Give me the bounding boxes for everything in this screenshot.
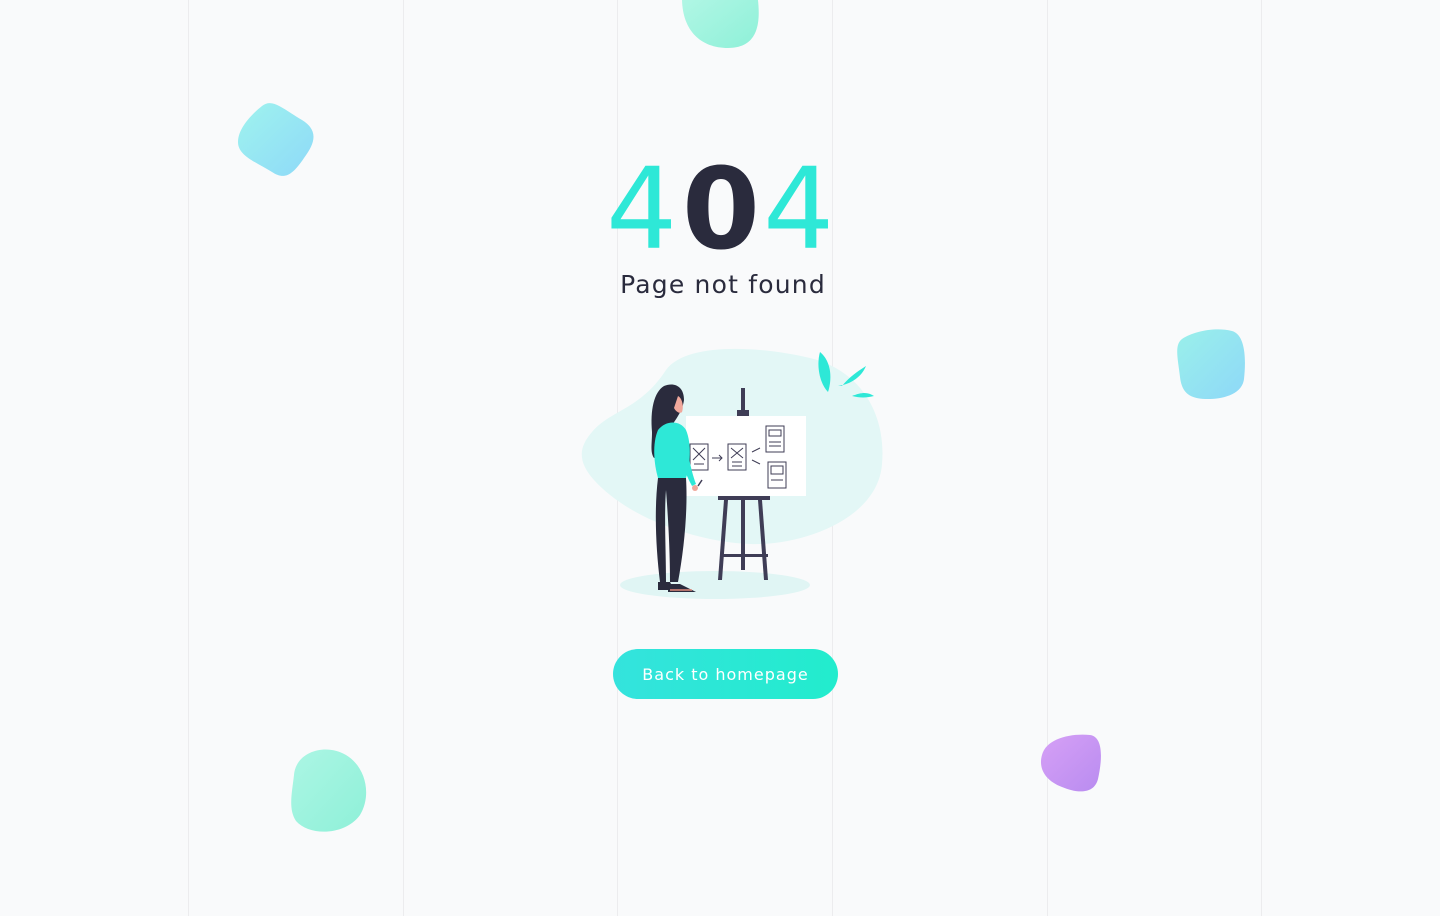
decorative-blob-left-top [232, 98, 318, 184]
error-message: Page not found [620, 270, 826, 299]
decorative-blob-left-bottom [286, 745, 372, 835]
grid-line [1261, 0, 1262, 916]
grid-line [188, 0, 189, 916]
back-to-homepage-button[interactable]: Back to homepage [613, 649, 838, 699]
woman-at-easel-illustration-icon [570, 340, 890, 610]
decorative-blob-top [676, 0, 766, 52]
not-found-page: 4 0 4 Page not found Back to homepage [0, 0, 1440, 916]
decorative-blob-right [1172, 325, 1250, 405]
error-code-digit: 4 [606, 145, 678, 275]
decorative-blob-purple [1036, 731, 1106, 795]
error-code: 4 0 4 [600, 150, 850, 270]
error-code-digit: 4 [763, 145, 835, 275]
error-code-digit: 0 [682, 145, 760, 275]
grid-line [403, 0, 404, 916]
